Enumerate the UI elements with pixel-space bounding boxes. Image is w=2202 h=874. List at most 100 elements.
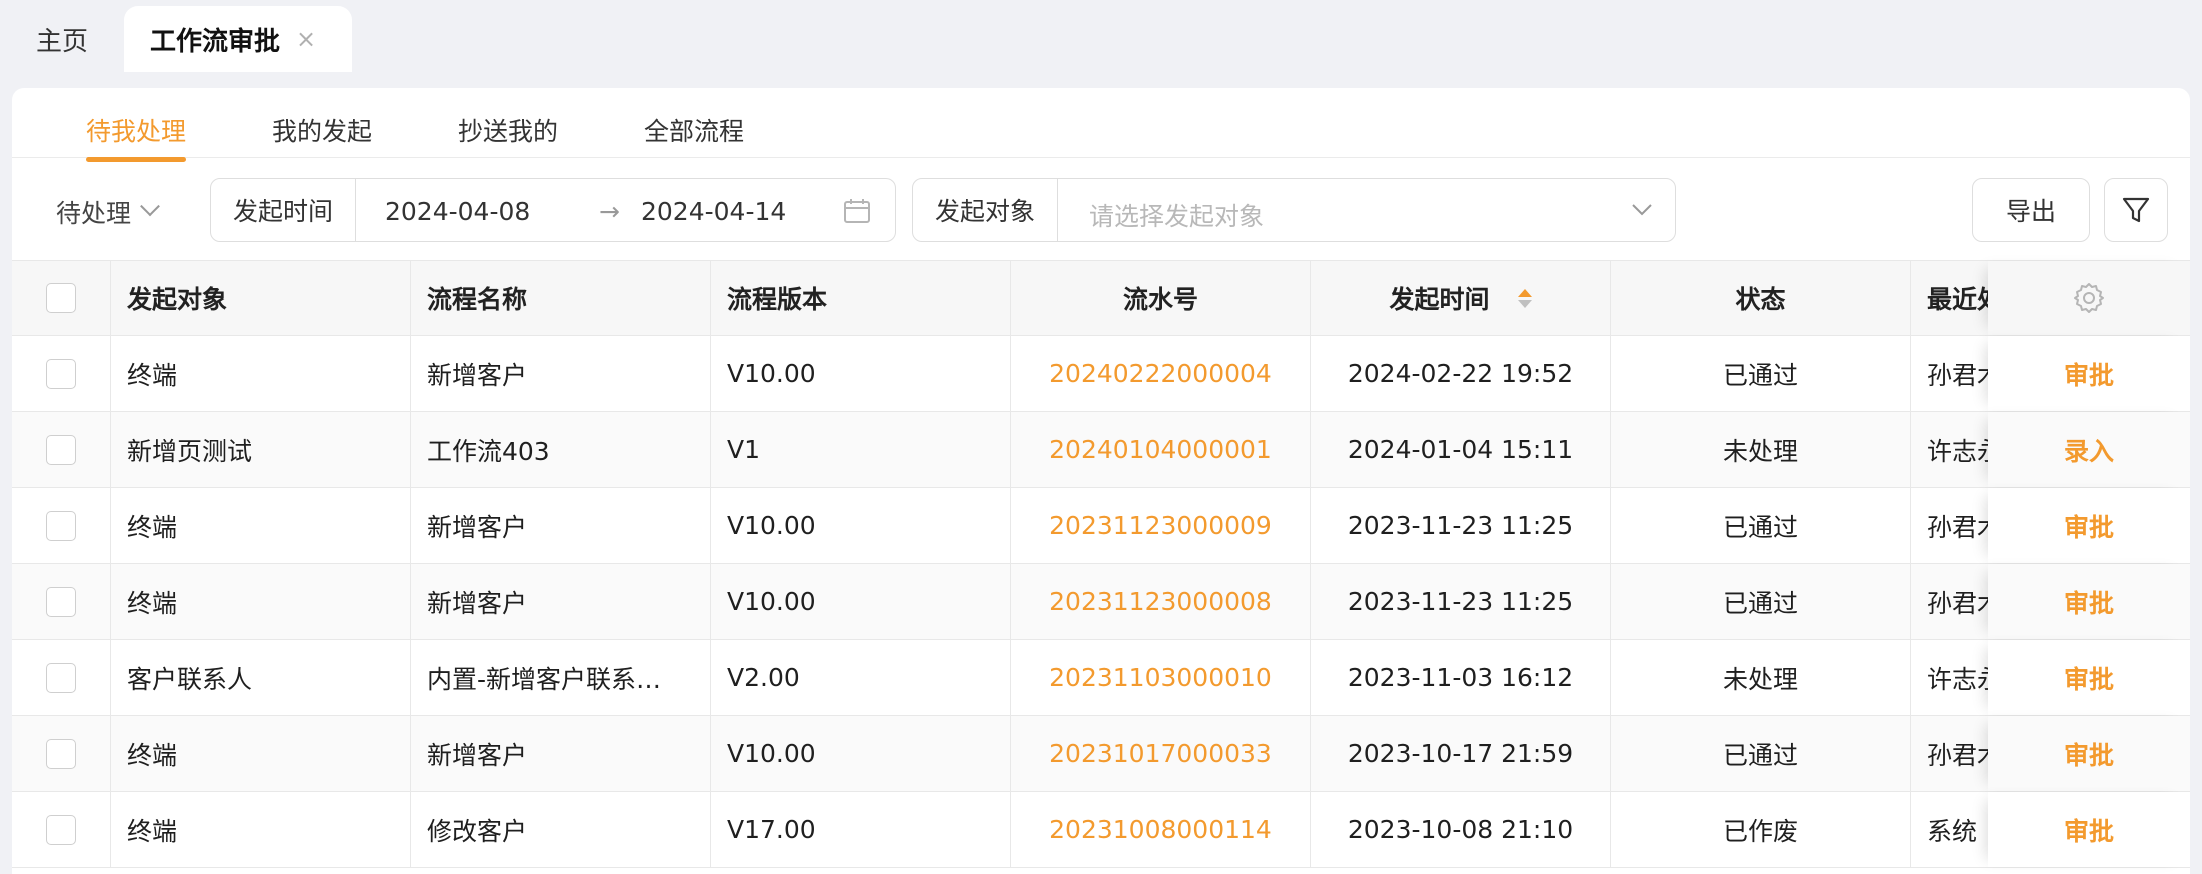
filter-icon [2122, 197, 2150, 223]
row-checkbox[interactable] [46, 510, 76, 541]
filter-button[interactable] [2104, 178, 2168, 242]
row-action-button[interactable]: 审批 [1988, 336, 2190, 411]
chevron-down-icon [140, 196, 160, 217]
main-card: 待我处理 我的发起 抄送我的 全部流程 待处理 发起时间 2024-04-08 … [12, 88, 2190, 874]
close-icon[interactable]: × [296, 25, 316, 53]
col-header-time[interactable]: 发起时间 [1311, 261, 1611, 335]
row-action-button[interactable]: 录入 [1988, 412, 2190, 487]
active-tab-indicator [86, 157, 187, 162]
cell-time: 2023-11-23 11:25 [1311, 488, 1611, 563]
row-checkbox[interactable] [46, 586, 76, 617]
cell-name: 新增客户 [411, 564, 711, 639]
cell-serial-link[interactable]: 20231017000033 [1011, 716, 1311, 791]
subtab-cc[interactable]: 抄送我的 [458, 112, 558, 148]
status-select[interactable]: 待处理 [56, 194, 160, 230]
row-action-button[interactable]: 审批 [1988, 640, 2190, 715]
table-header-row: 发起对象 流程名称 流程版本 流水号 发起时间 状态 最近处 [12, 260, 2190, 336]
cell-time: 2023-10-08 21:10 [1311, 792, 1611, 867]
row-select-cell [12, 640, 111, 715]
tab-workflow-label: 工作流审批 [150, 26, 281, 57]
row-checkbox[interactable] [46, 814, 76, 845]
table-row[interactable]: 客户联系人 内置-新增客户联系… V2.00 20231103000010 20… [12, 640, 2190, 716]
target-select-label: 发起对象 [913, 179, 1059, 241]
cell-status: 已通过 [1611, 488, 1911, 563]
export-button[interactable]: 导出 [1972, 178, 2090, 242]
status-select-value: 待处理 [56, 199, 132, 228]
cell-version: V2.00 [711, 640, 1011, 715]
tab-home-label: 主页 [35, 26, 88, 57]
row-action-button[interactable]: 审批 [1988, 488, 2190, 563]
cell-target: 终端 [111, 336, 411, 411]
date-range-label: 发起时间 [211, 179, 357, 241]
cell-name: 工作流403 [411, 412, 711, 487]
row-select-cell [12, 716, 111, 791]
select-all-checkbox[interactable] [46, 283, 76, 313]
cell-name: 新增客户 [411, 488, 711, 563]
cell-time: 2023-11-23 11:25 [1311, 564, 1611, 639]
subtab-cc-label: 抄送我的 [458, 117, 559, 146]
date-start-input[interactable]: 2024-04-08 [385, 197, 530, 226]
subtab-initiated[interactable]: 我的发起 [272, 112, 372, 148]
row-select-cell [12, 336, 111, 411]
row-select-cell [12, 412, 111, 487]
cell-serial-link[interactable]: 20231123000009 [1011, 488, 1311, 563]
cell-target: 客户联系人 [111, 640, 411, 715]
column-settings[interactable] [1988, 261, 2190, 335]
table-row[interactable]: 终端 新增客户 V10.00 20231123000008 2023-11-23… [12, 564, 2190, 640]
select-all-cell [12, 261, 111, 335]
arrow-right-icon: → [599, 197, 620, 226]
target-select[interactable]: 发起对象 请选择发起对象 [912, 178, 1676, 242]
tab-home[interactable]: 主页 [0, 6, 124, 72]
row-action-button[interactable]: 审批 [1988, 564, 2190, 639]
row-checkbox[interactable] [46, 434, 76, 465]
cell-name: 新增客户 [411, 336, 711, 411]
cell-version: V10.00 [711, 716, 1011, 791]
col-header-target: 发起对象 [111, 261, 411, 335]
cell-status: 未处理 [1611, 412, 1911, 487]
table-row[interactable]: 终端 新增客户 V10.00 20240222000004 2024-02-22… [12, 336, 2190, 412]
cell-status: 已通过 [1611, 564, 1911, 639]
date-range-picker[interactable]: 发起时间 2024-04-08 → 2024-04-14 [210, 178, 896, 242]
row-action-button[interactable]: 审批 [1988, 792, 2190, 867]
chevron-down-icon [1632, 204, 1652, 216]
cell-serial-link[interactable]: 20231008000114 [1011, 792, 1311, 867]
cell-name: 内置-新增客户联系… [411, 640, 711, 715]
cell-version: V10.00 [711, 488, 1011, 563]
cell-serial-link[interactable]: 20231123000008 [1011, 564, 1311, 639]
cell-serial-link[interactable]: 20231103000010 [1011, 640, 1311, 715]
row-select-cell [12, 564, 111, 639]
cell-target: 终端 [111, 716, 411, 791]
cell-status: 已作废 [1611, 792, 1911, 867]
cell-target: 新增页测试 [111, 412, 411, 487]
row-action-button[interactable]: 审批 [1988, 716, 2190, 791]
row-select-cell [12, 488, 111, 563]
export-button-label: 导出 [2005, 197, 2056, 226]
cell-time: 2023-11-03 16:12 [1311, 640, 1611, 715]
subtab-all-label: 全部流程 [644, 117, 745, 146]
cell-status: 未处理 [1611, 640, 1911, 715]
table-row[interactable]: 新增页测试 工作流403 V1 20240104000001 2024-01-0… [12, 412, 2190, 488]
cell-serial-link[interactable]: 20240104000001 [1011, 412, 1311, 487]
cell-target: 终端 [111, 792, 411, 867]
calendar-icon[interactable] [843, 198, 871, 224]
date-end-input[interactable]: 2024-04-14 [641, 197, 786, 226]
cell-time: 2023-10-17 21:59 [1311, 716, 1611, 791]
subtab-pending[interactable]: 待我处理 [86, 112, 187, 162]
row-checkbox[interactable] [46, 358, 76, 389]
row-checkbox[interactable] [46, 738, 76, 769]
target-select-placeholder[interactable]: 请选择发起对象 [1089, 197, 1264, 233]
row-checkbox[interactable] [46, 662, 76, 693]
gear-icon[interactable] [2072, 281, 2106, 315]
cell-status: 已通过 [1611, 716, 1911, 791]
tab-workflow-approval[interactable]: 工作流审批 × [124, 6, 352, 72]
table-row[interactable]: 终端 修改客户 V17.00 20231008000114 2023-10-08… [12, 792, 2190, 868]
subtab-initiated-label: 我的发起 [272, 117, 373, 146]
table-row[interactable]: 终端 新增客户 V10.00 20231017000033 2023-10-17… [12, 716, 2190, 792]
subtab-all[interactable]: 全部流程 [644, 112, 744, 148]
cell-status: 已通过 [1611, 336, 1911, 411]
col-header-time-label: 发起时间 [1389, 285, 1490, 314]
sort-icon[interactable] [1517, 288, 1532, 308]
row-select-cell [12, 792, 111, 867]
cell-serial-link[interactable]: 20240222000004 [1011, 336, 1311, 411]
table-row[interactable]: 终端 新增客户 V10.00 20231123000009 2023-11-23… [12, 488, 2190, 564]
